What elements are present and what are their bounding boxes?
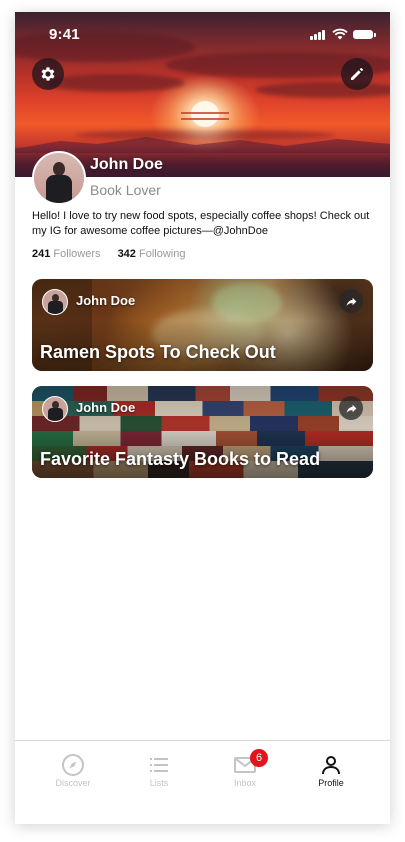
profile-role: Book Lover [90, 182, 161, 198]
person-icon [322, 756, 340, 775]
share-button[interactable] [339, 396, 363, 420]
tab-lists[interactable]: Lists [119, 741, 199, 801]
author-avatar [42, 289, 68, 315]
card-title: Ramen Spots To Check Out [40, 342, 276, 362]
tab-label: Lists [149, 778, 169, 788]
wifi-icon [332, 28, 348, 40]
profile-stats: 241 Followers 342 Following [32, 248, 199, 260]
profile-bio: Hello! I love to try new food spots, esp… [32, 210, 370, 237]
inbox-badge: 6 [250, 749, 268, 767]
list-icon [150, 758, 168, 772]
battery-icon [353, 30, 376, 39]
settings-button[interactable] [32, 58, 64, 90]
tab-label: Profile [318, 778, 344, 788]
share-icon [346, 297, 356, 306]
followers-count[interactable]: 241 Followers [32, 248, 104, 260]
card-author: John Doe [76, 400, 136, 415]
list-card[interactable]: John Doe Ramen Spots To Check Out [32, 279, 373, 371]
list-card[interactable]: John Doe Favorite Fantasty Books to Read [32, 386, 373, 478]
gear-icon [41, 67, 55, 81]
profile-name: John Doe [90, 156, 163, 173]
card-author: John Doe [76, 293, 136, 308]
compass-icon [62, 754, 84, 776]
phone-screen: 9:41 John Doe Book Lover Hello! I love t… [15, 12, 390, 824]
tab-discover[interactable]: Discover [33, 741, 113, 801]
profile-avatar[interactable] [32, 151, 86, 205]
following-count[interactable]: 342 Following [118, 248, 186, 260]
share-button[interactable] [339, 289, 363, 313]
status-time: 9:41 [49, 26, 80, 43]
edit-profile-button[interactable] [341, 58, 373, 90]
tab-label: Discover [55, 778, 91, 788]
sun [191, 101, 219, 127]
tab-inbox[interactable]: 6 Inbox [205, 741, 285, 801]
tab-profile[interactable]: Profile [291, 741, 371, 801]
share-icon [346, 404, 356, 413]
tab-bar: Discover Lists 6 Inbox Profile [15, 740, 390, 824]
pencil-icon [351, 68, 363, 80]
tab-label: Inbox [233, 778, 257, 788]
status-bar: 9:41 [15, 12, 390, 56]
card-title: Favorite Fantasty Books to Read [40, 449, 321, 469]
author-avatar [42, 396, 68, 422]
